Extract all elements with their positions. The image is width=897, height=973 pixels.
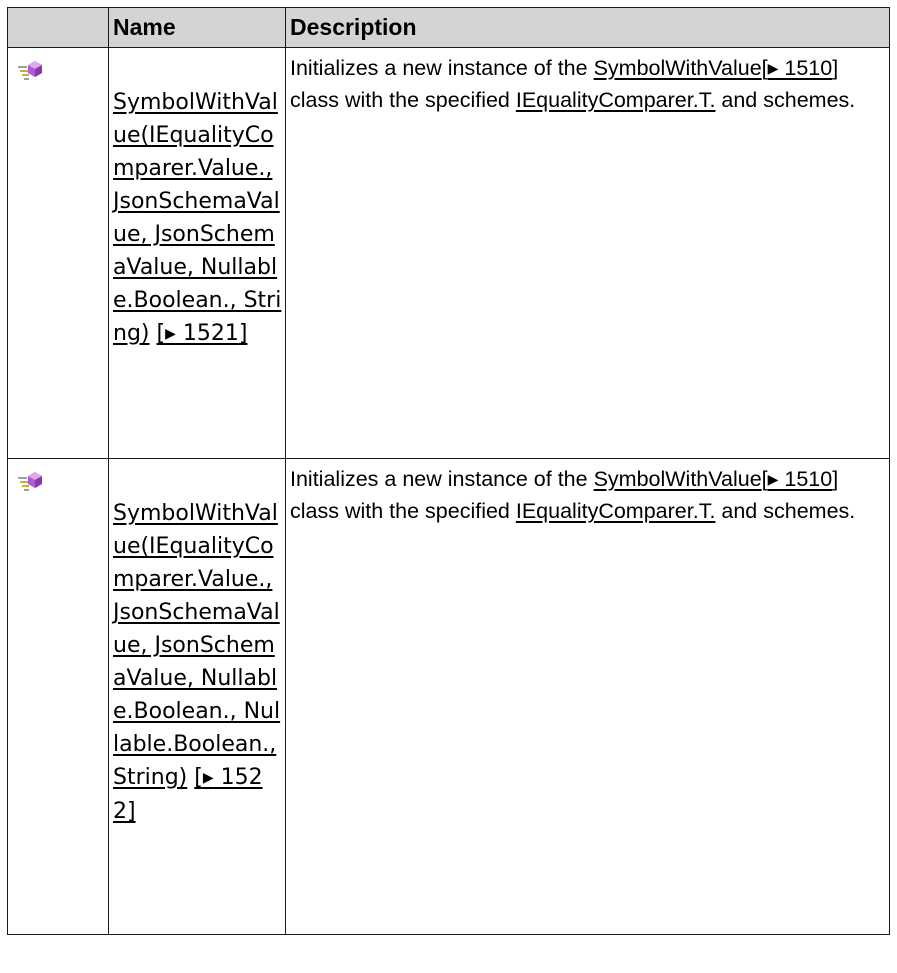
- constructor-link[interactable]: SymbolWithValue(IEqualityComparer.Value.…: [113, 90, 281, 346]
- description-prefix: Initializes a new instance of the: [290, 56, 594, 80]
- description-suffix: and schemes.: [715, 88, 856, 112]
- icon-cell: [7, 47, 109, 459]
- description-prefix: Initializes a new instance of the: [290, 467, 594, 491]
- class-page-reference-link[interactable]: [▶ 1510]: [762, 56, 839, 80]
- header-icon-column: [7, 7, 109, 48]
- header-name: Name: [108, 7, 286, 48]
- description-suffix: and schemes.: [715, 499, 856, 523]
- page-arrow-icon: ▶: [202, 770, 214, 786]
- members-table: Name Description SymbolWithValue(IEquali…: [7, 7, 890, 935]
- class-link[interactable]: SymbolWithValue: [594, 56, 762, 80]
- description-cell: Initializes a new instance of the Symbol…: [285, 458, 890, 935]
- description-middle: class with the specified: [290, 499, 516, 523]
- member-name-cell: SymbolWithValue(IEqualityComparer.Value.…: [108, 47, 286, 459]
- description-cell: Initializes a new instance of the Symbol…: [285, 47, 890, 459]
- page-arrow-icon: ▶: [165, 326, 176, 342]
- page-arrow-icon: ▶: [767, 471, 779, 487]
- type-link[interactable]: IEqualityComparer.T.: [516, 88, 716, 112]
- class-link[interactable]: SymbolWithValue: [594, 467, 762, 491]
- page-reference-link[interactable]: [▶ 1521]: [157, 321, 248, 346]
- member-name-cell: SymbolWithValue(IEqualityComparer.Value.…: [108, 458, 286, 935]
- public-method-icon: [18, 61, 42, 80]
- type-link[interactable]: IEqualityComparer.T.: [516, 499, 716, 523]
- icon-cell: [7, 458, 109, 935]
- table-row: SymbolWithValue(IEqualityComparer.Value.…: [7, 47, 890, 459]
- class-page-reference-link[interactable]: [▶ 1510]: [762, 467, 839, 491]
- description-middle: class with the specified: [290, 88, 516, 112]
- table-header-row: Name Description: [7, 7, 890, 48]
- public-method-icon: [18, 472, 42, 491]
- header-description: Description: [285, 7, 890, 48]
- constructor-link[interactable]: SymbolWithValue(IEqualityComparer.Value.…: [113, 501, 280, 790]
- page-arrow-icon: ▶: [767, 60, 779, 76]
- table-row: SymbolWithValue(IEqualityComparer.Value.…: [7, 458, 890, 935]
